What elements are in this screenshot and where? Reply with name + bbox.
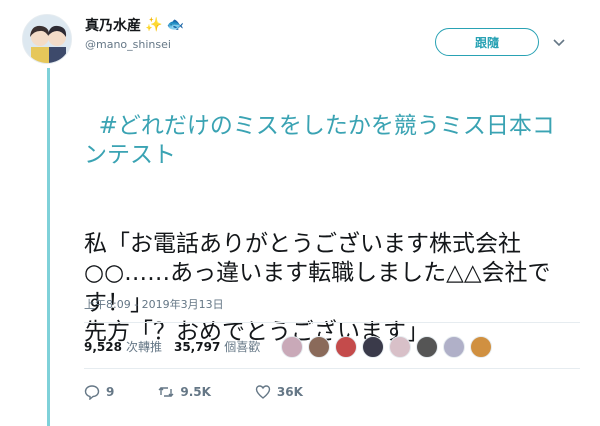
divider (84, 368, 580, 369)
liker-avatar[interactable] (443, 336, 465, 358)
tweet-timestamp[interactable]: 上午8:09 - 2019年3月13日 (84, 296, 224, 312)
retweet-button[interactable]: 9.5K (158, 384, 211, 400)
retweet-label[interactable]: 次轉推 (126, 338, 162, 355)
display-name[interactable]: 真乃水産 (85, 15, 141, 35)
tweet-body: 私「お電話ありがとうございます株式会社○○……あっ違います転職しました△△会社で… (84, 230, 551, 346)
action-bar: 9 9.5K 36K (84, 384, 347, 400)
liker-avatar[interactable] (389, 336, 411, 358)
reply-icon (84, 385, 100, 400)
liker-avatar[interactable] (416, 336, 438, 358)
user-handle[interactable]: @mano_shinsei (85, 38, 171, 51)
liker-avatars (281, 336, 492, 358)
divider (84, 322, 580, 323)
hashtag-link[interactable]: #どれだけのミスをしたかを競うミス日本コンテスト (84, 113, 555, 169)
liker-avatar[interactable] (308, 336, 330, 358)
liker-avatar[interactable] (362, 336, 384, 358)
like-button[interactable]: 36K (255, 384, 303, 400)
like-count[interactable]: 35,797 (174, 340, 220, 354)
liker-avatar[interactable] (470, 336, 492, 358)
retweet-count[interactable]: 9,528 (84, 340, 122, 354)
avatar[interactable] (22, 14, 72, 64)
retweet-action-count: 9.5K (180, 385, 211, 399)
like-action-count: 36K (276, 385, 303, 399)
engagement-stats: 9,528 次轉推 35,797 個喜歡 (84, 338, 268, 355)
thread-line (47, 68, 50, 426)
fish-icon: 🐟 (166, 17, 184, 33)
liker-avatar[interactable] (335, 336, 357, 358)
tweet-text: #どれだけのミスをしたかを競うミス日本コンテスト 私「お電話ありがとうございます… (84, 82, 564, 377)
sparkle-icon: ✨ (145, 17, 163, 33)
liker-avatar[interactable] (281, 336, 303, 358)
avatar-illustration (23, 15, 71, 63)
follow-button[interactable]: 跟隨 (435, 28, 539, 56)
retweet-icon (158, 387, 174, 397)
like-label[interactable]: 個喜歡 (224, 338, 260, 355)
reply-count: 9 (106, 385, 115, 399)
chevron-down-icon[interactable] (553, 36, 565, 50)
heart-icon (255, 385, 271, 399)
author-name-row[interactable]: 真乃水産 ✨ 🐟 (85, 14, 184, 36)
reply-button[interactable]: 9 (84, 384, 114, 400)
